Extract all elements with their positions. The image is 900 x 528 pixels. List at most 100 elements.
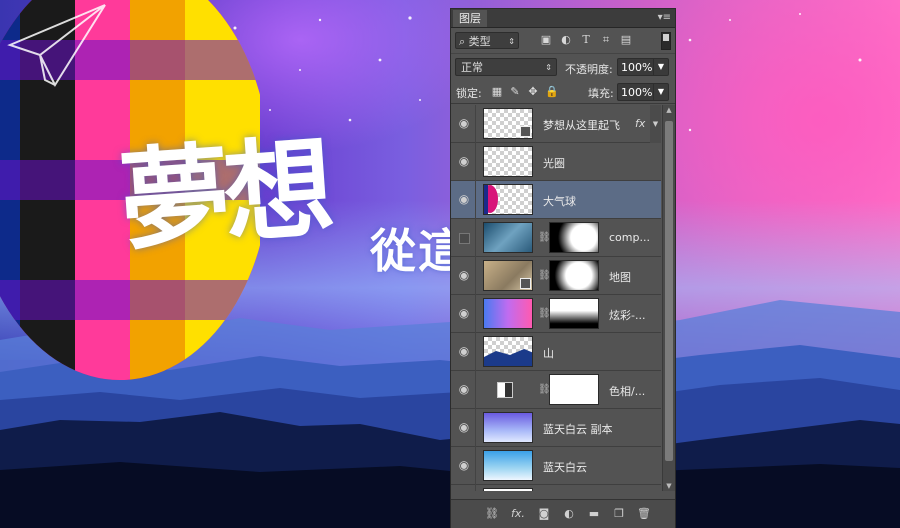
layer-thumbnail: [483, 222, 533, 253]
layer-thumbnail: [483, 108, 533, 139]
eye-icon[interactable]: ◉: [457, 155, 471, 167]
mask-thumbnail: [549, 374, 599, 405]
filter-toggle[interactable]: [661, 32, 671, 50]
eye-icon[interactable]: ◉: [457, 269, 471, 281]
layer-name: 山: [543, 347, 554, 360]
updown-arrow-icon: ⇕: [545, 63, 552, 72]
layer-thumbnail: [483, 488, 533, 491]
layer-name: 大气球: [543, 195, 576, 208]
layer-row[interactable]: ◉ ⛓ 炫彩-...: [451, 295, 661, 333]
layer-row[interactable]: ◉ ⛓ 地图: [451, 257, 661, 295]
layer-name: 蓝天白云 副本: [543, 423, 613, 436]
fx-icon[interactable]: fx.: [511, 507, 525, 521]
trash-icon[interactable]: 🗑: [637, 507, 651, 521]
panel-menu-icon[interactable]: ▾≡: [658, 10, 671, 26]
eye-icon[interactable]: ◉: [457, 383, 471, 395]
hue-saturation-adjustment-icon: [497, 382, 513, 398]
eye-icon[interactable]: ◉: [457, 307, 471, 319]
mask-thumbnail: [549, 260, 599, 291]
link-layers-icon[interactable]: ⛓: [485, 507, 499, 521]
smart-object-filter-icon[interactable]: ▤: [619, 33, 633, 47]
layers-scrollbar[interactable]: ▲ ▼: [662, 105, 675, 491]
scroll-up-arrow-icon[interactable]: ▲: [663, 105, 675, 115]
panel-tabbar: 图层 ▾≡: [451, 9, 675, 28]
eye-icon[interactable]: ◉: [457, 421, 471, 433]
paper-plane-icon: [7, 4, 106, 88]
opacity-label: 不透明度:: [565, 63, 613, 76]
layer-row[interactable]: ◉ 光圈: [451, 143, 661, 181]
lock-label: 锁定:: [456, 87, 482, 100]
layer-thumbnail: [483, 146, 533, 177]
layer-thumbnail: [483, 260, 533, 291]
eye-icon[interactable]: ◉: [457, 459, 471, 471]
layer-name: 地图: [609, 271, 631, 284]
scroll-down-arrow-icon[interactable]: ▼: [663, 481, 675, 491]
dropdown-arrow-icon[interactable]: ▼: [653, 59, 668, 75]
kind-filter-select[interactable]: ⌕ 类型 ⇕: [455, 32, 519, 49]
fill-label: 填充:: [588, 87, 614, 100]
layer-thumbnail: [483, 298, 533, 329]
new-layer-icon[interactable]: ❐: [612, 507, 626, 521]
type-filter-icon[interactable]: T: [579, 33, 593, 47]
updown-arrow-icon: ⇕: [508, 37, 515, 46]
mask-thumbnail: [549, 222, 599, 253]
adjustment-layer-icon[interactable]: ◐: [562, 507, 576, 521]
eye-icon[interactable]: ◉: [457, 193, 471, 205]
lock-all-icon[interactable]: 🔒: [545, 86, 559, 98]
calligraphy-title: 夢想: [115, 122, 333, 267]
layer-row[interactable]: ◉ 梦想从这里起飞 fx ▼: [451, 105, 661, 143]
scrollbar-thumb[interactable]: [665, 121, 673, 461]
eye-icon[interactable]: ◉: [457, 345, 471, 357]
layer-thumbnail: [483, 450, 533, 481]
tab-layers[interactable]: 图层: [453, 10, 487, 27]
dropdown-arrow-icon[interactable]: ▼: [653, 84, 668, 100]
layer-thumbnail: [483, 184, 533, 215]
layers-panel: 图层 ▾≡ ⌕ 类型 ⇕ ▣ ◐ T ⌗ ▤ 正常 ⇕ 不透明度: 100% ▼…: [450, 8, 676, 528]
group-folder-icon[interactable]: ▬: [587, 507, 601, 521]
blend-mode-select[interactable]: 正常 ⇕: [455, 58, 557, 76]
layer-row[interactable]: ◉ 蓝天白云: [451, 447, 661, 485]
shape-filter-icon[interactable]: ⌗: [599, 33, 613, 47]
layer-row-partial[interactable]: [451, 485, 661, 491]
fill-field[interactable]: 100% ▼: [617, 83, 669, 101]
layer-name: 炫彩-...: [609, 309, 646, 322]
mask-thumbnail: [549, 298, 599, 329]
kind-filter-label: 类型: [468, 35, 491, 48]
layer-name: comp...: [609, 231, 650, 244]
layer-row[interactable]: ◉ 山: [451, 333, 661, 371]
layer-name: 蓝天白云: [543, 461, 587, 474]
lock-position-move-icon[interactable]: ✥: [527, 86, 539, 98]
panel-footer: ⛓ fx. ◙ ◐ ▬ ❐ 🗑: [451, 499, 675, 528]
layer-name: 光圈: [543, 157, 565, 170]
layer-name: 色相/...: [609, 385, 646, 398]
blend-mode-value: 正常: [461, 61, 483, 74]
search-icon: ⌕: [459, 35, 469, 48]
opacity-field[interactable]: 100% ▼: [617, 58, 669, 76]
opacity-value: 100%: [621, 61, 653, 74]
smart-object-badge-icon: [520, 126, 531, 137]
image-filter-icon[interactable]: ▣: [539, 33, 553, 47]
layer-row[interactable]: ◉ ⛓ comp...: [451, 219, 661, 257]
layer-name: 梦想从这里起飞: [543, 119, 620, 132]
smart-object-badge-icon: [520, 278, 531, 289]
layer-row[interactable]: ◉ 蓝天白云 副本: [451, 409, 661, 447]
fx-badge[interactable]: fx: [635, 117, 645, 130]
layer-thumbnail: [483, 412, 533, 443]
visibility-off-box[interactable]: ◉: [459, 233, 470, 244]
lock-transparency-icon[interactable]: ▦: [491, 86, 503, 98]
layer-thumbnail: [483, 336, 533, 367]
layers-list: ◉ 梦想从这里起飞 fx ▼ ◉ 光圈 ◉ 大气球 ◉ ⛓ comp...: [451, 105, 661, 491]
layer-row[interactable]: ◉ ⛓ 色相/...: [451, 371, 661, 409]
filter-row: ⌕ 类型 ⇕ ▣ ◐ T ⌗ ▤: [451, 29, 675, 54]
eye-icon[interactable]: ◉: [457, 117, 471, 129]
expand-effects-icon[interactable]: ▼: [650, 105, 661, 143]
blend-row: 正常 ⇕ 不透明度: 100% ▼: [451, 55, 675, 79]
mask-icon[interactable]: ◙: [537, 507, 551, 521]
mountain-thumbnail-icon: [484, 349, 532, 366]
adjustment-filter-icon[interactable]: ◐: [559, 33, 573, 47]
balloon-thumbnail-icon: [484, 185, 498, 214]
fill-value: 100%: [621, 86, 653, 99]
lock-row: 锁定: ▦ ✎ ✥ 🔒 填充: 100% ▼: [451, 81, 675, 104]
layer-row-selected[interactable]: ◉ 大气球: [451, 181, 661, 219]
lock-pixels-brush-icon[interactable]: ✎: [509, 86, 521, 98]
